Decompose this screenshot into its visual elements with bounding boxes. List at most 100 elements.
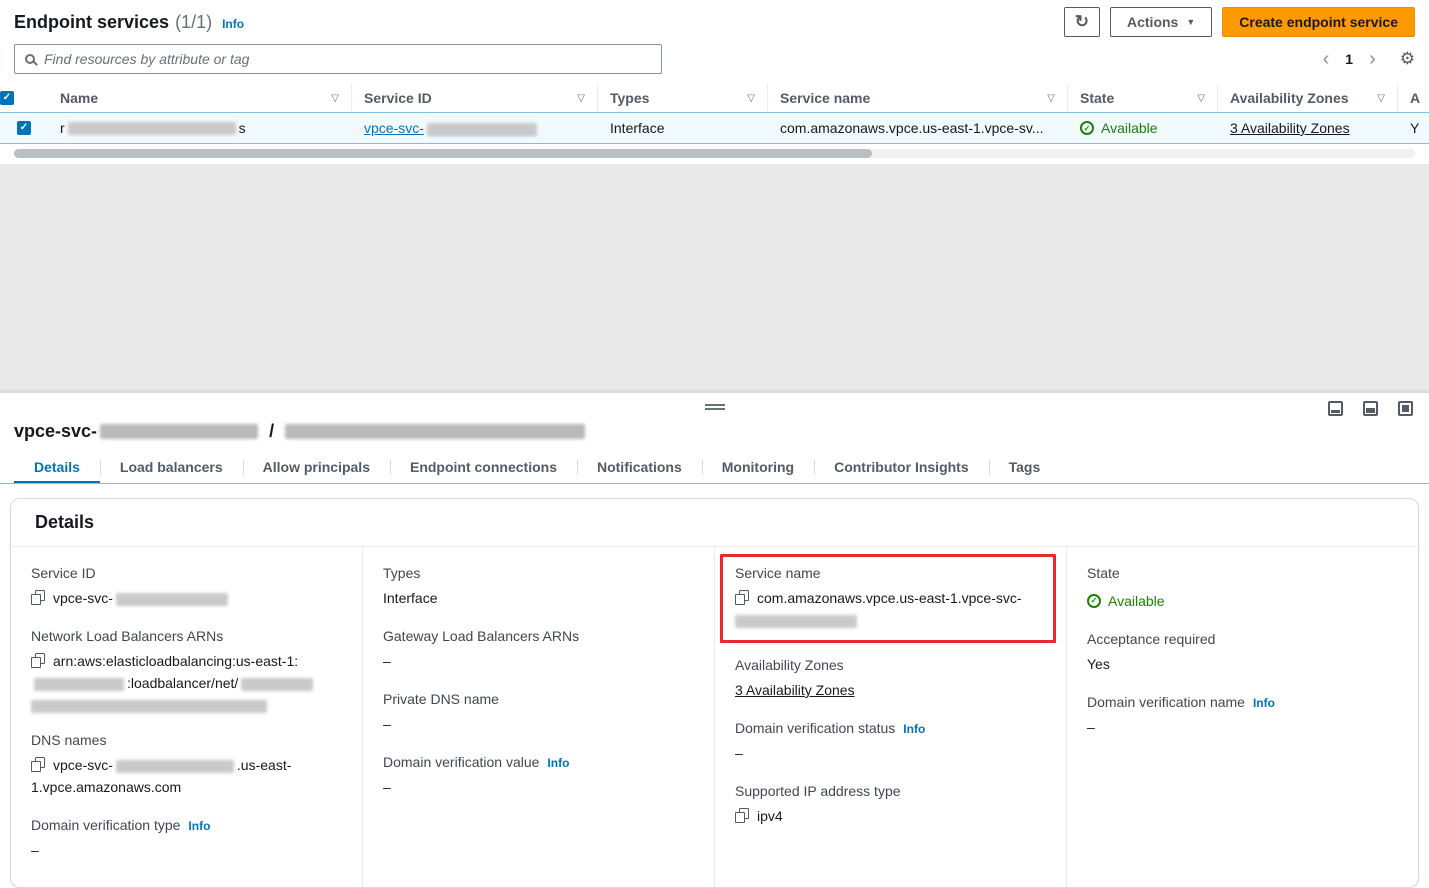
tab-monitoring[interactable]: Monitoring xyxy=(702,452,814,483)
filter-icon[interactable]: ▽ xyxy=(1047,93,1055,104)
caret-down-icon: ▼ xyxy=(1186,17,1195,27)
table-header-row: ✓ Name ▽ Service ID ▽ Types ▽ Service na… xyxy=(0,84,1429,112)
column-header-service-name[interactable]: Service name ▽ xyxy=(768,84,1068,112)
service-id-link[interactable]: vpce-svc- xyxy=(364,120,540,136)
row-checkbox[interactable]: ✓ xyxy=(17,121,31,135)
status-badge: ✓ Available xyxy=(1080,120,1158,136)
field-private-dns-name: Private DNS name – xyxy=(383,691,698,735)
field-domain-verification-type: Domain verification typeInfo – xyxy=(31,817,346,861)
check-circle-icon: ✓ xyxy=(1080,121,1094,135)
row-name-cell: rs xyxy=(48,113,352,143)
tab-contributor-insights[interactable]: Contributor Insights xyxy=(814,452,989,483)
search-input[interactable] xyxy=(44,51,651,67)
filter-icon[interactable]: ▽ xyxy=(747,93,755,104)
field-types: Types Interface xyxy=(383,565,698,609)
field-gateway-lb-arns: Gateway Load Balancers ARNs – xyxy=(383,628,698,672)
availability-zones-link[interactable]: 3 Availability Zones xyxy=(1230,120,1350,136)
background-gap xyxy=(0,164,1429,392)
page-title: Endpoint services xyxy=(14,12,169,33)
column-header-availability-zones[interactable]: Availability Zones ▽ xyxy=(1218,84,1398,112)
search-row: ‹ 1 › ⚙ xyxy=(14,44,1415,74)
next-page-button[interactable]: › xyxy=(1369,49,1376,69)
field-availability-zones: Availability Zones 3 Availability Zones xyxy=(735,657,1050,701)
panel-position-full-icon[interactable] xyxy=(1398,401,1413,416)
column-header-state[interactable]: State ▽ xyxy=(1068,84,1218,112)
scrollbar-thumb[interactable] xyxy=(14,149,872,158)
field-service-name: Service name com.amazonaws.vpce.us-east-… xyxy=(735,565,1041,628)
availability-zones-link[interactable]: 3 Availability Zones xyxy=(735,682,855,698)
redacted-text xyxy=(735,615,857,628)
redacted-text xyxy=(100,424,258,439)
field-dns-names: DNS names vpce-svc-.us-east-1.vpce.amazo… xyxy=(31,732,346,798)
filter-icon[interactable]: ▽ xyxy=(1377,93,1385,104)
info-link[interactable]: Info xyxy=(188,819,210,833)
field-domain-verification-name: Domain verification nameInfo – xyxy=(1087,694,1402,738)
details-column-4: State ✓ Available Acceptance required Ye… xyxy=(1066,547,1418,887)
column-header-partial[interactable]: A xyxy=(1398,84,1429,112)
field-acceptance-required: Acceptance required Yes xyxy=(1087,631,1402,675)
row-types-cell: Interface xyxy=(598,113,768,143)
details-column-2: Types Interface Gateway Load Balancers A… xyxy=(362,547,714,887)
tab-notifications[interactable]: Notifications xyxy=(577,452,702,483)
actions-button[interactable]: Actions ▼ xyxy=(1110,7,1212,37)
panel-position-bottom-icon[interactable] xyxy=(1328,401,1343,416)
pagination: ‹ 1 › ⚙ xyxy=(1323,49,1415,69)
redacted-text xyxy=(34,678,124,691)
info-link[interactable]: Info xyxy=(1253,696,1275,710)
redacted-text xyxy=(116,760,234,773)
endpoint-services-section: Endpoint services (1/1) Info ↻ Actions ▼… xyxy=(0,0,1429,158)
field-domain-verification-status: Domain verification statusInfo – xyxy=(735,720,1050,764)
panel-position-split-icon[interactable] xyxy=(1363,401,1378,416)
redacted-text xyxy=(68,122,236,135)
actions-button-label: Actions xyxy=(1127,14,1178,30)
table-row[interactable]: ✓ rs vpce-svc- Interface com.amazonaws.v… xyxy=(0,112,1429,144)
filter-icon[interactable]: ▽ xyxy=(1197,93,1205,104)
tab-bar: Details Load balancers Allow principals … xyxy=(0,452,1429,484)
copy-icon[interactable] xyxy=(735,808,749,823)
filter-icon[interactable]: ▽ xyxy=(577,93,585,104)
copy-icon[interactable] xyxy=(31,590,45,605)
status-badge: ✓ Available xyxy=(1087,590,1165,612)
row-service-name-cell: com.amazonaws.vpce.us-east-1.vpce-sv... xyxy=(768,113,1068,143)
refresh-button[interactable]: ↻ xyxy=(1064,7,1100,37)
header-info-link[interactable]: Info xyxy=(222,17,244,31)
redacted-text xyxy=(116,593,228,606)
select-all-checkbox[interactable]: ✓ xyxy=(0,91,14,105)
search-box[interactable] xyxy=(14,44,662,74)
panel-layout-controls xyxy=(1328,401,1413,416)
prev-page-button[interactable]: ‹ xyxy=(1323,49,1330,69)
column-header-types[interactable]: Types ▽ xyxy=(598,84,768,112)
redacted-text xyxy=(285,424,585,439)
info-link[interactable]: Info xyxy=(547,756,569,770)
resource-count: (1/1) xyxy=(175,12,212,33)
info-link[interactable]: Info xyxy=(903,722,925,736)
details-card-title: Details xyxy=(11,499,1418,547)
field-nlb-arns: Network Load Balancers ARNs arn:aws:elas… xyxy=(31,628,346,713)
endpoint-services-table: ✓ Name ▽ Service ID ▽ Types ▽ Service na… xyxy=(0,84,1429,158)
red-annotation-box: Service name com.amazonaws.vpce.us-east-… xyxy=(720,554,1056,643)
redacted-text xyxy=(241,678,313,691)
column-header-name[interactable]: Name ▽ xyxy=(48,84,352,112)
tab-load-balancers[interactable]: Load balancers xyxy=(100,452,243,483)
horizontal-scrollbar[interactable] xyxy=(14,149,1415,158)
panel-title: vpce-svc- / xyxy=(0,417,1429,452)
field-service-id: Service ID vpce-svc- xyxy=(31,565,346,609)
tab-details[interactable]: Details xyxy=(14,452,100,483)
filter-icon[interactable]: ▽ xyxy=(331,93,339,104)
column-header-service-id[interactable]: Service ID ▽ xyxy=(352,84,598,112)
redacted-text xyxy=(427,123,537,136)
copy-icon[interactable] xyxy=(31,757,45,772)
create-endpoint-service-button[interactable]: Create endpoint service xyxy=(1222,7,1415,37)
settings-gear-icon[interactable]: ⚙ xyxy=(1400,49,1415,69)
details-column-1: Service ID vpce-svc- Network Load Balanc… xyxy=(11,547,362,887)
copy-icon[interactable] xyxy=(735,590,749,605)
redacted-text xyxy=(31,700,267,713)
tab-allow-principals[interactable]: Allow principals xyxy=(243,452,390,483)
copy-icon[interactable] xyxy=(31,653,45,668)
page-number[interactable]: 1 xyxy=(1345,51,1353,67)
tab-endpoint-connections[interactable]: Endpoint connections xyxy=(390,452,577,483)
tab-tags[interactable]: Tags xyxy=(989,452,1061,483)
field-domain-verification-value: Domain verification valueInfo – xyxy=(383,754,698,798)
split-panel-drag-handle[interactable] xyxy=(705,404,725,410)
details-column-3: Service name com.amazonaws.vpce.us-east-… xyxy=(714,547,1066,887)
